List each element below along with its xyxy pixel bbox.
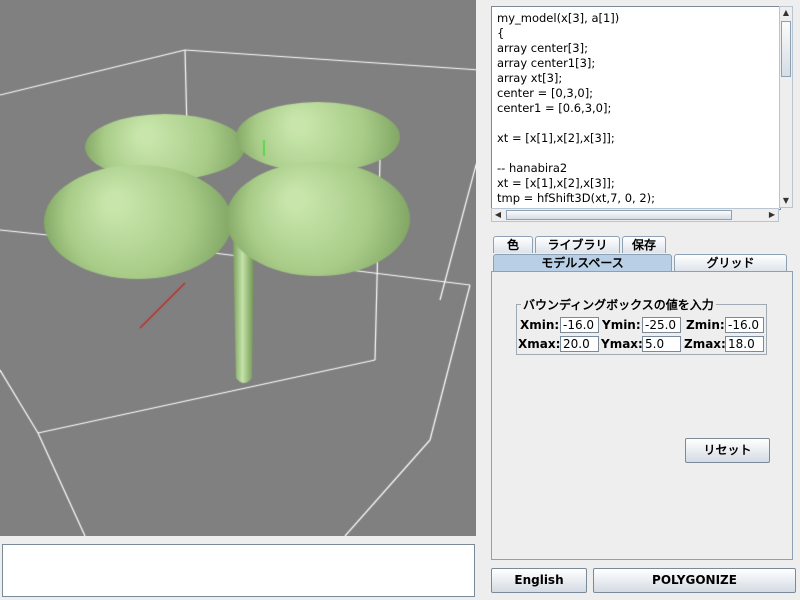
english-button[interactable]: English	[491, 568, 587, 593]
xmin-field[interactable]: -16.0	[560, 317, 599, 333]
zmax-label: Zmax:	[684, 337, 726, 351]
message-console[interactable]	[2, 544, 475, 597]
zmin-field[interactable]: -16.0	[725, 317, 764, 333]
horizontal-scroll-thumb[interactable]	[506, 210, 732, 220]
vertical-scroll-thumb[interactable]	[781, 21, 791, 77]
clover-model-render[interactable]	[0, 0, 476, 536]
zmin-label: Zmin:	[686, 318, 725, 332]
xmax-field[interactable]: 20.0	[560, 336, 599, 352]
bounding-box-legend: バウンディングボックスの値を入力	[523, 298, 714, 312]
3d-viewport[interactable]	[0, 0, 476, 536]
scroll-right-icon[interactable]: ▶	[766, 209, 778, 221]
tab-color[interactable]: 色	[493, 236, 533, 253]
ymin-label: Ymin:	[602, 318, 641, 332]
ymin-field[interactable]: -25.0	[642, 317, 681, 333]
tab-model-space[interactable]: モデルスペース	[493, 254, 672, 271]
code-editor-text[interactable]: my_model(x[3], a[1]) { array center[3]; …	[492, 7, 780, 209]
tab-save[interactable]: 保存	[622, 236, 666, 253]
reset-button[interactable]: リセット	[685, 438, 770, 463]
ymax-field[interactable]: 5.0	[642, 336, 681, 352]
tab-library[interactable]: ライブラリ	[535, 236, 620, 253]
scroll-down-icon[interactable]: ▼	[780, 195, 792, 207]
scroll-left-icon[interactable]: ◀	[492, 209, 504, 221]
ymax-label: Ymax:	[601, 337, 643, 351]
polygonize-button[interactable]: POLYGONIZE	[593, 568, 796, 593]
xmin-label: Xmin:	[520, 318, 560, 332]
tab-grid[interactable]: グリッド	[674, 254, 787, 271]
scroll-up-icon[interactable]: ▲	[780, 7, 792, 19]
code-editor[interactable]: my_model(x[3], a[1]) { array center[3]; …	[491, 6, 781, 210]
split-pane-divider[interactable]	[476, 0, 484, 600]
zmax-field[interactable]: 18.0	[725, 336, 764, 352]
xmax-label: Xmax:	[518, 337, 561, 351]
code-vertical-scrollbar[interactable]: ▲ ▼	[779, 6, 793, 208]
code-horizontal-scrollbar[interactable]: ◀ ▶	[491, 208, 779, 222]
